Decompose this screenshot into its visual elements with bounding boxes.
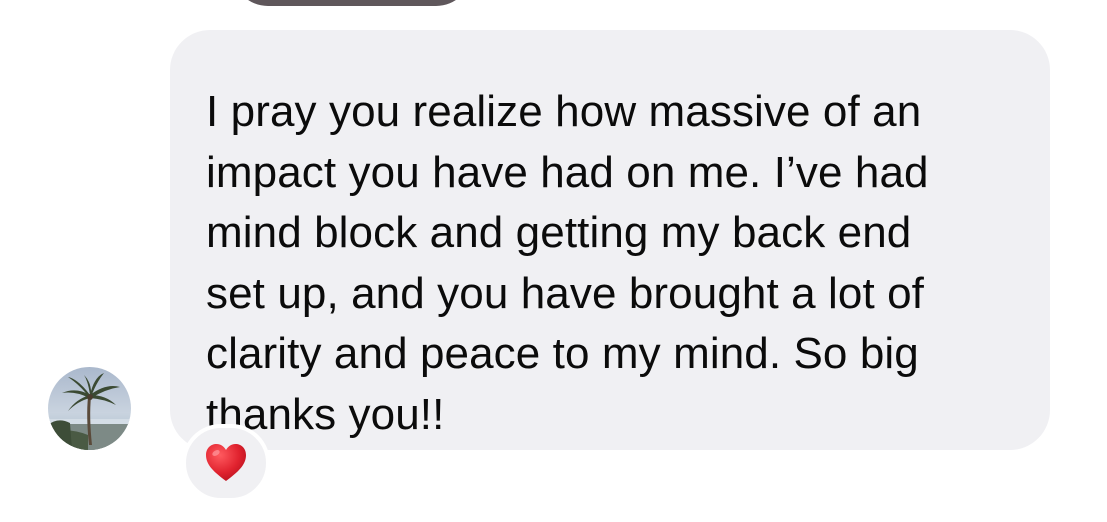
avatar[interactable] <box>48 367 131 450</box>
red-heart-icon <box>206 444 246 481</box>
conversation-view: I pray you realize how massive of an imp… <box>0 0 1107 522</box>
palm-tree-photo <box>48 367 131 450</box>
message-bubble[interactable]: I pray you realize how massive of an imp… <box>170 30 1050 450</box>
reaction-badge[interactable] <box>182 424 270 502</box>
previous-message-bubble[interactable] <box>232 0 472 6</box>
message-text: I pray you realize how massive of an imp… <box>206 87 929 439</box>
